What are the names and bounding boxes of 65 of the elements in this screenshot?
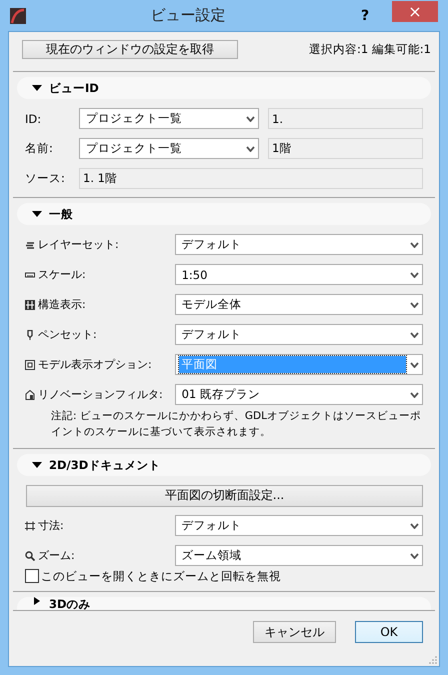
chevron-icon: [410, 552, 419, 558]
field-label: ID:: [25, 112, 42, 126]
dropdown[interactable]: デフォルト: [174, 234, 423, 255]
chevron-icon: [246, 116, 255, 122]
cancel-button[interactable]: キャンセル: [253, 621, 336, 643]
get-settings-button[interactable]: 現在のウィンドウの設定を取得: [22, 40, 238, 59]
frame-icon: [25, 360, 35, 370]
expanded-triangle-icon: [31, 84, 43, 92]
field-label: モデル表示オプション:: [38, 357, 152, 372]
checkbox-label: このビューを開くときにズームと回転を無視: [41, 568, 281, 584]
chevron-icon: [410, 362, 419, 368]
section-title: 3Dのみ: [49, 597, 91, 610]
building-icon: [25, 390, 35, 400]
dropdown[interactable]: プロジェクト一覧: [79, 138, 259, 159]
window-title: ビュー設定: [150, 6, 226, 25]
note-text: 注記: ビューのスケールにかかわらず、GDLオブジェクトはソースビューポイントのスケールに基づいて表示されます。: [50, 409, 422, 440]
section-title: 2D/3Dドキュメント: [49, 458, 160, 472]
expanded-triangle-icon: [31, 461, 43, 469]
dropdown[interactable]: モデル全体: [174, 294, 423, 315]
dropdown[interactable]: ズーム領域: [174, 545, 423, 566]
read-only-field: 1. 1階: [79, 168, 423, 189]
chevron-icon: [410, 242, 419, 248]
dropdown[interactable]: デフォルト: [174, 515, 423, 536]
field-label: ソース:: [25, 171, 66, 186]
section-header[interactable]: 2D/3Dドキュメント: [17, 454, 431, 476]
dropdown[interactable]: プロジェクト一覧: [79, 108, 259, 129]
chevron-icon: [410, 272, 419, 278]
field-label: 構造表示:: [38, 297, 86, 312]
grid-icon: [25, 300, 35, 310]
resize-grip-icon: [427, 654, 437, 664]
checkbox[interactable]: [25, 569, 39, 583]
pen-icon: [25, 330, 35, 340]
section-header[interactable]: 3Dのみ: [17, 597, 431, 610]
field-label: 名前:: [25, 141, 54, 156]
section-header[interactable]: ビューID: [17, 77, 431, 99]
help-button[interactable]: ?: [350, 6, 380, 24]
dropdown[interactable]: 01 既存プラン: [174, 384, 423, 405]
app-icon: [10, 8, 26, 24]
read-only-field: 1階: [268, 138, 423, 159]
field-label: ズーム:: [38, 548, 75, 563]
dimension-icon: [25, 520, 35, 530]
layers-icon: [25, 240, 35, 250]
selection-status: 選択内容:1 編集可能:1: [308, 42, 431, 57]
cut-plane-settings-button[interactable]: 平面図の切断面設定...: [26, 484, 423, 506]
ok-button[interactable]: OK: [355, 621, 423, 643]
chevron-icon: [410, 302, 419, 308]
chevron-icon: [410, 392, 419, 398]
chevron-icon: [410, 332, 419, 338]
ruler-icon: [25, 270, 35, 280]
field-label: レイヤーセット:: [38, 237, 119, 252]
field-label: リノベーションフィルタ:: [38, 387, 163, 402]
field-label: 寸法:: [38, 518, 64, 533]
read-only-field: 1.: [268, 108, 423, 129]
chevron-icon: [410, 522, 419, 528]
search-icon: [25, 550, 35, 560]
dropdown[interactable]: 1:50: [174, 264, 423, 285]
close-button[interactable]: ×: [392, 0, 438, 22]
section-title: ビューID: [49, 81, 99, 95]
dropdown[interactable]: デフォルト: [174, 324, 423, 345]
section-title: 一般: [49, 207, 73, 221]
section-header[interactable]: 一般: [17, 203, 431, 225]
field-label: ペンセット:: [38, 327, 97, 342]
expanded-triangle-icon: [31, 210, 43, 218]
field-label: スケール:: [38, 267, 86, 282]
chevron-icon: [246, 146, 255, 152]
